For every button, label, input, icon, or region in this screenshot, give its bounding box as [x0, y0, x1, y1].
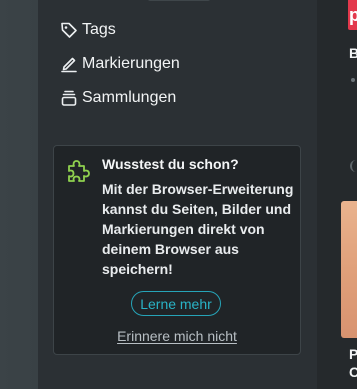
- partial-icon: [350, 160, 357, 172]
- article-title-fragment[interactable]: C: [349, 364, 357, 380]
- article-title-fragment[interactable]: P: [349, 346, 357, 362]
- left-background: [0, 0, 38, 389]
- sidebar-item-highlights[interactable]: Markierungen: [60, 53, 180, 75]
- sidebar-item-label: Sammlungen: [82, 89, 177, 106]
- collection-stack-icon: [60, 89, 78, 107]
- sidebar-item-label: Markierungen: [82, 55, 180, 72]
- learn-more-button[interactable]: Lerne mehr: [131, 291, 221, 316]
- sidebar-item-label: Tags: [82, 21, 116, 38]
- extension-tip-card: Wusstest du schon? Mit der Browser-Erwei…: [53, 145, 301, 355]
- article-thumbnail[interactable]: [341, 201, 357, 338]
- dismiss-link[interactable]: Erinnere mich nicht: [54, 328, 300, 344]
- meta-dot: [351, 78, 355, 82]
- pocket-logo: p: [348, 0, 357, 30]
- content-panel-edge: p B P C: [317, 0, 357, 389]
- article-title-fragment[interactable]: B: [349, 45, 357, 61]
- tag-icon: [60, 21, 78, 39]
- sidebar: Tags Markierungen Sammlungen Wusstest du: [38, 0, 317, 389]
- tip-body: Mit der Browser-Erweiterung kannst du Se…: [102, 181, 294, 277]
- puzzle-piece-icon: [66, 158, 92, 184]
- tip-title: Wusstest du schon?: [102, 156, 239, 172]
- top-divider: [148, 0, 210, 1]
- highlighter-icon: [60, 55, 78, 73]
- sidebar-item-collections[interactable]: Sammlungen: [60, 87, 176, 109]
- sidebar-item-tags[interactable]: Tags: [60, 19, 116, 41]
- logo-letter: p: [349, 5, 357, 25]
